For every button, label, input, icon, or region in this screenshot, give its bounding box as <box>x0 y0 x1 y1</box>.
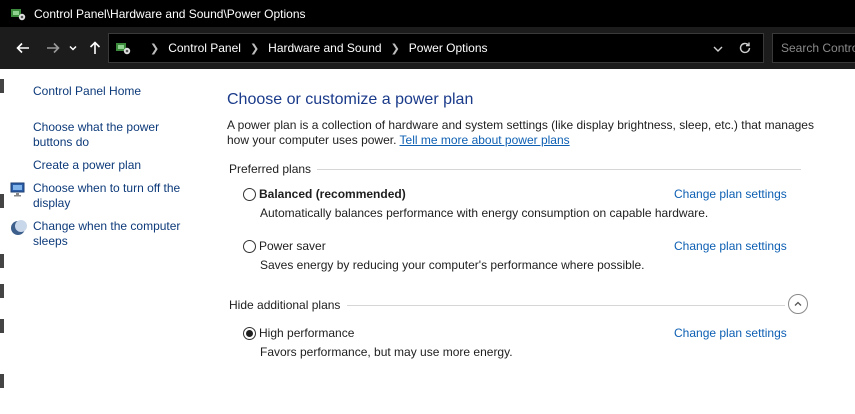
search-input[interactable]: Search Contro <box>772 33 855 63</box>
sidebar-item-turn-off-display[interactable]: Choose when to turn off the display <box>33 181 193 211</box>
address-bar[interactable]: ❯ Control Panel ❯ Hardware and Sound ❯ P… <box>108 33 764 63</box>
control-panel-icon <box>116 43 131 55</box>
title-bar: Control Panel\Hardware and Sound\Power O… <box>0 0 855 27</box>
arrow-left-icon <box>16 42 29 54</box>
change-plan-settings-balanced[interactable]: Change plan settings <box>674 187 787 201</box>
plan-description-power-saver: Saves energy by reducing your computer's… <box>260 258 645 272</box>
plan-radio-power-saver[interactable] <box>243 240 256 253</box>
window-edge <box>0 319 4 333</box>
breadcrumb-separator[interactable]: ❯ <box>391 42 400 55</box>
breadcrumb-separator: ❯ <box>150 42 160 55</box>
sidebar-item-control-panel-home[interactable]: Control Panel Home <box>33 84 203 99</box>
arrow-right-icon <box>47 42 60 54</box>
recent-locations-button[interactable] <box>66 37 80 59</box>
up-button[interactable] <box>84 37 106 59</box>
search-placeholder: Search Contro <box>781 41 855 55</box>
plan-radio-high-performance[interactable] <box>243 327 256 340</box>
breadcrumb-power-options[interactable]: Power Options <box>409 41 488 55</box>
plan-description-high-performance: Favors performance, but may use more ene… <box>260 345 513 359</box>
collapse-button[interactable] <box>788 294 808 314</box>
change-plan-settings-high-performance[interactable]: Change plan settings <box>674 326 787 340</box>
plan-name-power-saver[interactable]: Power saver <box>259 239 326 253</box>
sidebar-item-computer-sleeps[interactable]: Change when the computer sleeps <box>33 219 193 249</box>
refresh-icon[interactable] <box>737 40 753 56</box>
change-plan-settings-power-saver[interactable]: Change plan settings <box>674 239 787 253</box>
breadcrumb-separator[interactable]: ❯ <box>250 42 259 55</box>
plan-radio-balanced[interactable] <box>243 188 256 201</box>
intro-text: A power plan is a collection of hardware… <box>227 118 827 148</box>
sidebar-item-power-buttons[interactable]: Choose what the power buttons do <box>33 120 173 150</box>
chevron-down-icon <box>69 45 77 51</box>
page-title: Choose or customize a power plan <box>227 91 474 108</box>
back-button[interactable] <box>12 37 34 59</box>
window-edge <box>0 254 4 268</box>
plan-name-balanced[interactable]: Balanced (recommended) <box>259 187 406 201</box>
plan-name-high-performance[interactable]: High performance <box>259 326 354 340</box>
control-panel-icon <box>11 8 26 20</box>
forward-button[interactable] <box>42 37 64 59</box>
window-edge <box>0 79 4 93</box>
sidebar: Control Panel Home Choose what the power… <box>0 69 215 414</box>
section-divider <box>317 169 801 170</box>
window-edge <box>0 284 4 298</box>
section-divider <box>347 305 785 306</box>
sidebar-item-create-power-plan[interactable]: Create a power plan <box>33 158 203 173</box>
preferred-plans-label: Preferred plans <box>229 162 312 176</box>
hide-additional-plans-label[interactable]: Hide additional plans <box>229 298 340 312</box>
window-edge <box>0 194 4 208</box>
learn-more-link[interactable]: Tell me more about power plans <box>400 133 570 147</box>
window-title: Control Panel\Hardware and Sound\Power O… <box>34 6 306 21</box>
chevron-up-icon <box>794 301 802 306</box>
address-dropdown-icon[interactable] <box>711 42 725 56</box>
window-edge <box>0 374 4 388</box>
breadcrumb-hardware-and-sound[interactable]: Hardware and Sound <box>268 41 381 55</box>
navigation-bar: ❯ Control Panel ❯ Hardware and Sound ❯ P… <box>0 27 855 69</box>
display-icon <box>10 182 25 197</box>
moon-icon <box>11 220 27 235</box>
breadcrumb-control-panel[interactable]: Control Panel <box>168 41 241 55</box>
main-content: Choose or customize a power plan A power… <box>215 69 855 414</box>
plan-description-balanced: Automatically balances performance with … <box>260 206 709 220</box>
arrow-up-icon <box>89 41 101 54</box>
